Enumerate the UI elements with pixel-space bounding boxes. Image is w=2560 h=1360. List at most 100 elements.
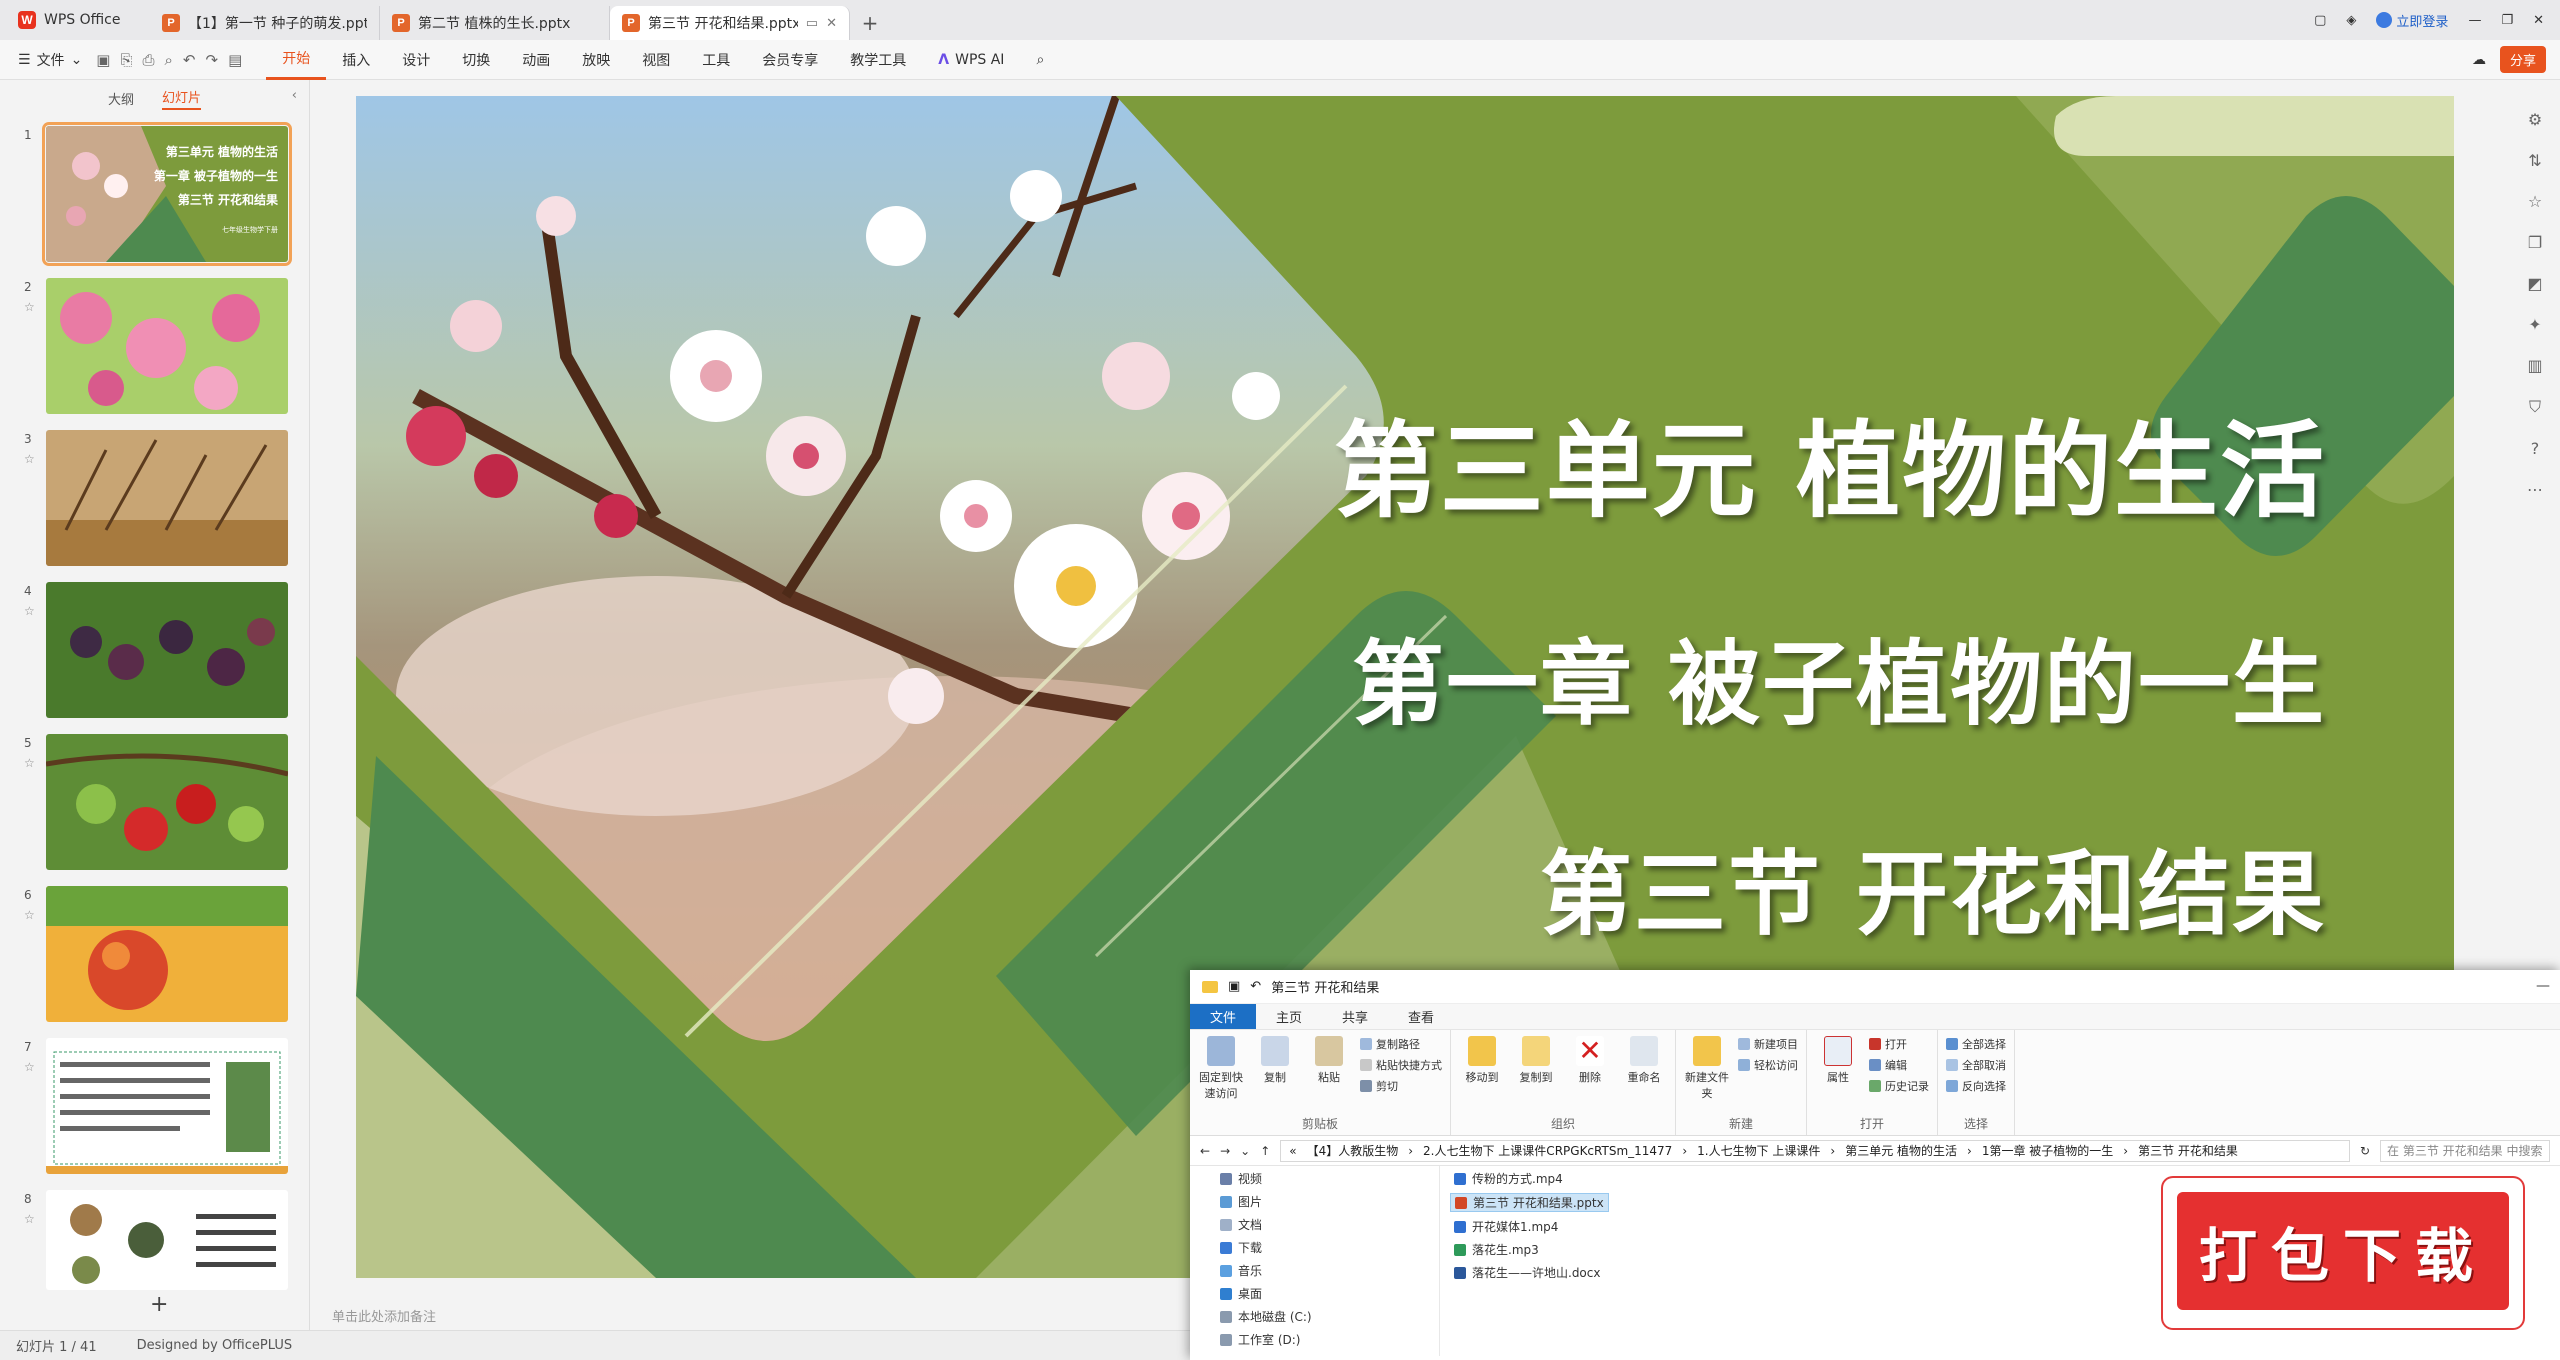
rename-button[interactable]: 重命名	[1621, 1036, 1667, 1115]
tab-2[interactable]: P 第二节 植株的生长.pptx	[380, 6, 610, 40]
path-segment[interactable]: 2.人七生物下 上课课件CRPGKcRTSm_11477	[1423, 1142, 1672, 1159]
new-tab-button[interactable]: +	[850, 6, 890, 40]
nav-item-documents[interactable]: 文档	[1220, 1216, 1439, 1233]
menu-item-member[interactable]: 会员专享	[746, 40, 834, 80]
menu-item-slideshow[interactable]: 放映	[566, 40, 626, 80]
delete-button[interactable]: ✕ 删除	[1567, 1036, 1613, 1115]
menu-item-transition[interactable]: 切换	[446, 40, 506, 80]
select-all-button[interactable]: 全部选择	[1946, 1036, 2006, 1052]
nav-item-music[interactable]: 音乐	[1220, 1262, 1439, 1279]
forward-icon[interactable]: →	[1220, 1144, 1230, 1158]
export-icon[interactable]: ⎘	[120, 51, 132, 69]
nav-item-drive-c[interactable]: 本地磁盘 (C:)	[1220, 1308, 1439, 1325]
menu-item-design[interactable]: 设计	[386, 40, 446, 80]
pin-button[interactable]: 固定到快速访问	[1198, 1036, 1244, 1115]
adjust-icon[interactable]: ⇅	[2528, 151, 2541, 170]
tab-float-icon[interactable]: ▭	[806, 16, 818, 31]
magic-icon[interactable]: ✦	[2528, 315, 2541, 334]
paste-button[interactable]: 粘贴	[1306, 1036, 1352, 1115]
collapse-icon[interactable]: ‹	[292, 88, 297, 103]
preview-icon[interactable]: ⌕	[165, 51, 173, 69]
menu-item-teaching[interactable]: 教学工具	[834, 40, 922, 80]
slide-title-section[interactable]: 第三节 开花和结果	[1540, 820, 2326, 953]
nav-item-videos[interactable]: 视频	[1220, 1170, 1439, 1187]
minimize-icon[interactable]: —	[2536, 978, 2550, 994]
star-icon[interactable]: ☆	[24, 1212, 35, 1226]
slide-thumb-3[interactable]	[46, 430, 288, 566]
menu-item-insert[interactable]: 插入	[326, 40, 386, 80]
wps-ai-button[interactable]: ᐱ WPS AI	[922, 52, 1020, 68]
path-input[interactable]: « 【4】人教版生物 › 2.人七生物下 上课课件CRPGKcRTSm_1147…	[1280, 1139, 2350, 1162]
back-icon[interactable]: ←	[1200, 1144, 1210, 1158]
undo-icon[interactable]: ↶	[183, 51, 196, 69]
file-menu[interactable]: ☰ 文件 ⌄	[0, 50, 96, 70]
history-button[interactable]: 历史记录	[1869, 1078, 1929, 1094]
tab-close-icon[interactable]: ✕	[826, 16, 837, 31]
slide-title-unit[interactable]: 第三单元 植物的生活	[1334, 386, 2326, 537]
login-link[interactable]: 立即登录	[2376, 11, 2448, 30]
cloud-icon[interactable]: ☁	[2472, 52, 2486, 68]
path-segment[interactable]: 第三单元 植物的生活	[1845, 1142, 1957, 1159]
menu-item-animation[interactable]: 动画	[506, 40, 566, 80]
app-brand[interactable]: W WPS Office	[0, 0, 150, 40]
file-item[interactable]: 落花生.mp3	[1450, 1241, 1609, 1258]
path-segment[interactable]: 第三节 开花和结果	[2138, 1142, 2238, 1159]
skin-icon[interactable]: ◈	[2346, 13, 2356, 28]
open-button[interactable]: 打开	[1869, 1036, 1929, 1052]
undo-icon[interactable]: ↶	[1250, 979, 1261, 994]
cut-button[interactable]: 剪切	[1360, 1078, 1442, 1094]
more-icon[interactable]: ⋯	[2527, 480, 2543, 499]
shield-icon[interactable]: ⛉	[2529, 397, 2541, 417]
properties-button[interactable]: 属性	[1815, 1036, 1861, 1115]
file-item[interactable]: 传粉的方式.mp4	[1450, 1170, 1609, 1187]
slide-thumb-2[interactable]	[46, 278, 288, 414]
star-icon[interactable]: ☆	[2528, 192, 2542, 211]
menu-item-tools[interactable]: 工具	[686, 40, 746, 80]
search-input[interactable]: 在 第三节 开花和结果 中搜索	[2380, 1139, 2550, 1162]
path-segment[interactable]: «	[1289, 1144, 1296, 1158]
style-icon[interactable]: ◩	[2527, 274, 2542, 293]
slide-thumb-7[interactable]	[46, 1038, 288, 1174]
explorer-tab-share[interactable]: 共享	[1322, 1004, 1388, 1029]
file-item-selected[interactable]: 第三节 开花和结果.pptx	[1450, 1193, 1609, 1212]
star-icon[interactable]: ☆	[24, 604, 35, 618]
help-icon[interactable]: ?	[2531, 439, 2540, 458]
copy-button[interactable]: 复制	[1252, 1036, 1298, 1115]
star-icon[interactable]: ☆	[24, 300, 35, 314]
redo-icon[interactable]: ↷	[206, 51, 219, 69]
slide-thumb-4[interactable]	[46, 582, 288, 718]
copy-path-button[interactable]: 复制路径	[1360, 1036, 1442, 1052]
slide-thumb-1[interactable]: 第三单元 植物的生活 第一章 被子植物的一生 第三节 开花和结果 七年级生物学下…	[42, 122, 292, 266]
star-icon[interactable]: ☆	[24, 756, 35, 770]
nav-item-desktop[interactable]: 桌面	[1220, 1285, 1439, 1302]
star-icon[interactable]: ☆	[24, 1060, 35, 1074]
nav-item-pictures[interactable]: 图片	[1220, 1193, 1439, 1210]
file-item[interactable]: 开花媒体1.mp4	[1450, 1218, 1609, 1235]
restore-icon[interactable]: ❐	[2501, 13, 2513, 28]
slide-thumb-8[interactable]	[46, 1190, 288, 1290]
recent-icon[interactable]: ⌄	[1240, 1144, 1250, 1158]
print-icon[interactable]: ⎙	[143, 51, 155, 69]
notes-placeholder[interactable]: 单击此处添加备注	[332, 1306, 436, 1325]
slide-title-chapter[interactable]: 第一章 被子植物的一生	[1352, 610, 2326, 743]
tab-slides[interactable]: 幻灯片	[162, 87, 202, 110]
tab-1[interactable]: P 【1】第一节 种子的萌发.pptx	[150, 6, 380, 40]
copy-to-button[interactable]: 复制到	[1513, 1036, 1559, 1115]
up-icon[interactable]: ↑	[1260, 1144, 1270, 1158]
quick-save-icon[interactable]: ▣	[1228, 979, 1240, 994]
settings-icon[interactable]: ⚙	[2528, 110, 2542, 129]
tab-outline[interactable]: 大纲	[108, 89, 134, 108]
share-button[interactable]: 分享	[2499, 46, 2546, 73]
edit-button[interactable]: 编辑	[1869, 1057, 1929, 1073]
download-badge[interactable]: 打包下载	[2163, 1178, 2523, 1328]
add-slide-button[interactable]: +	[150, 1292, 168, 1317]
invert-selection-button[interactable]: 反向选择	[1946, 1078, 2006, 1094]
nav-item-downloads[interactable]: 下载	[1220, 1239, 1439, 1256]
star-icon[interactable]: ☆	[24, 452, 35, 466]
refresh-icon[interactable]: ↻	[2360, 1144, 2370, 1158]
explorer-tab-file[interactable]: 文件	[1190, 1004, 1257, 1029]
menu-item-view[interactable]: 视图	[626, 40, 686, 80]
star-icon[interactable]: ☆	[24, 908, 35, 922]
copy-icon[interactable]: ❐	[2528, 233, 2542, 252]
move-to-button[interactable]: 移动到	[1459, 1036, 1505, 1115]
